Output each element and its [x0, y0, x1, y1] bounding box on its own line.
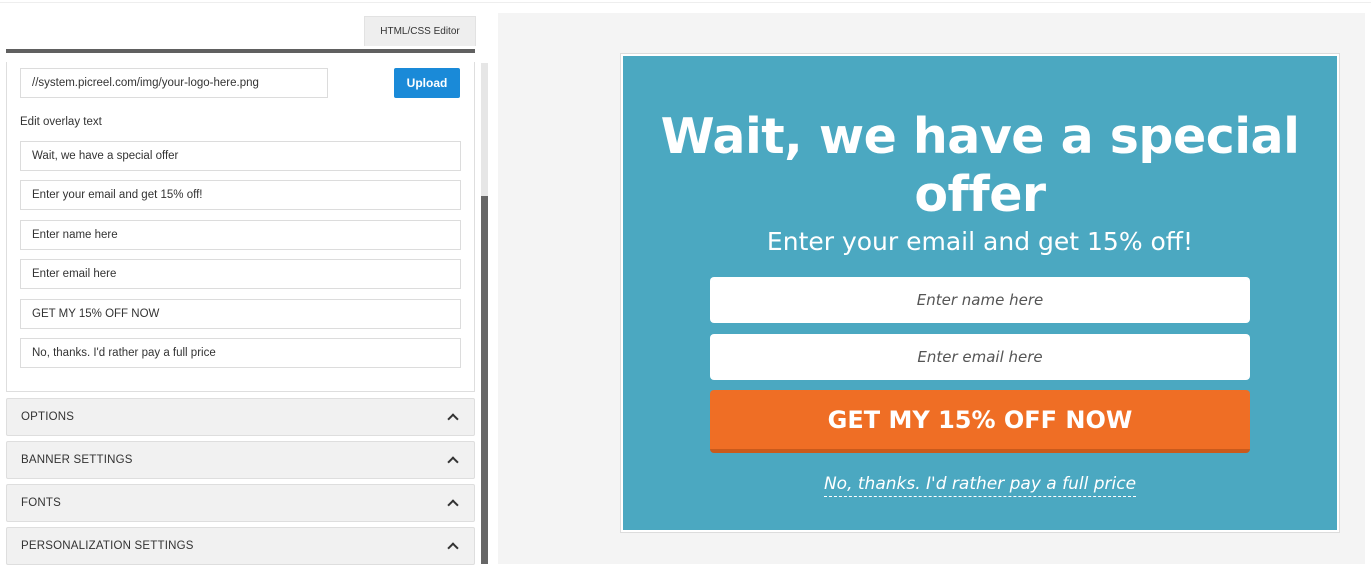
popup-email-input[interactable]: Enter email here [710, 334, 1250, 380]
chevron-up-icon [446, 455, 460, 465]
popup-title-line: offer [914, 166, 1046, 223]
html-css-editor-tab[interactable]: HTML/CSS Editor [364, 16, 476, 46]
name-placeholder-field[interactable]: Enter name here [20, 220, 461, 250]
logo-url-input[interactable]: //system.picreel.com/img/your-logo-here.… [20, 68, 328, 98]
decline-link-text[interactable]: No, thanks. I'd rather pay a full price [823, 474, 1137, 497]
accordion-label: FONTS [21, 497, 61, 509]
top-divider [0, 0, 1371, 3]
popup-title-line: Wait, we have a special [660, 108, 1300, 165]
email-placeholder-field[interactable]: Enter email here [20, 259, 461, 289]
popup-decline-link[interactable]: No, thanks. I'd rather pay a full price [623, 474, 1337, 497]
overlay-text-label: Edit overlay text [20, 116, 102, 128]
upload-button[interactable]: Upload [394, 68, 460, 98]
popup-cta-button[interactable]: GET MY 15% OFF NOW [710, 390, 1250, 453]
accordion-fonts[interactable]: FONTS [6, 484, 475, 522]
subtitle-text-field[interactable]: Enter your email and get 15% off! [20, 180, 461, 210]
chevron-up-icon [446, 498, 460, 508]
chevron-up-icon [446, 541, 460, 551]
decline-text-field[interactable]: No, thanks. I'd rather pay a full price [20, 338, 461, 368]
scrollbar-thumb[interactable] [481, 196, 488, 564]
accordion-label: OPTIONS [21, 411, 75, 423]
popup-name-input[interactable]: Enter name here [710, 277, 1250, 323]
accordion-options[interactable]: OPTIONS [6, 398, 475, 436]
accordion-personalization-settings[interactable]: PERSONALIZATION SETTINGS [6, 527, 475, 565]
chevron-up-icon [446, 412, 460, 422]
popup-title: Wait, we have a special offer [623, 108, 1337, 224]
accordion-label: BANNER SETTINGS [21, 454, 133, 466]
cta-text-field[interactable]: GET MY 15% OFF NOW [20, 299, 461, 329]
accordion-banner-settings[interactable]: BANNER SETTINGS [6, 441, 475, 479]
popup-subtitle: Enter your email and get 15% off! [766, 227, 1194, 256]
tab-underline [6, 49, 475, 53]
title-text-field[interactable]: Wait, we have a special offer [20, 141, 461, 171]
accordion-label: PERSONALIZATION SETTINGS [21, 540, 194, 552]
